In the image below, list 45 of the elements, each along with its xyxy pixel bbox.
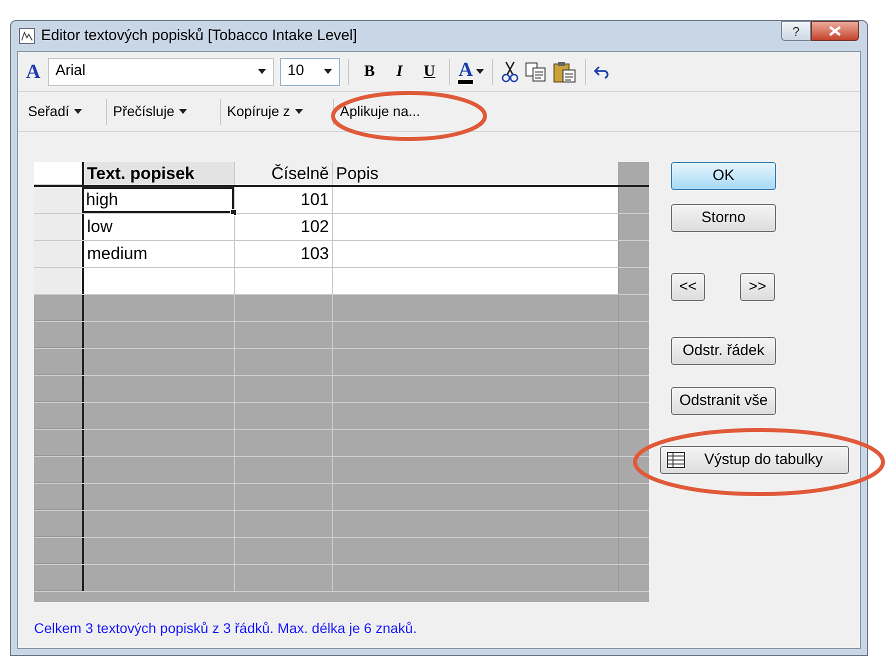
caret-icon bbox=[476, 69, 484, 74]
menu-button[interactable]: Přečísluje bbox=[107, 96, 220, 126]
close-button[interactable] bbox=[811, 21, 859, 41]
font-icon[interactable]: A bbox=[24, 56, 42, 86]
ok-button[interactable]: OK bbox=[671, 162, 776, 190]
size-dropdown[interactable]: 10 bbox=[280, 58, 340, 86]
export-table-button[interactable]: Výstup do tabulky bbox=[660, 446, 849, 474]
help-button[interactable]: ? bbox=[781, 21, 811, 41]
underline-button[interactable]: U bbox=[417, 60, 442, 84]
column-header[interactable]: Popis bbox=[332, 162, 618, 185]
table-icon bbox=[667, 452, 685, 468]
italic-button[interactable]: I bbox=[387, 60, 412, 84]
row-header bbox=[34, 268, 82, 294]
grid-corner bbox=[34, 162, 82, 185]
menu-button[interactable]: Seřadí bbox=[22, 96, 106, 126]
font-dropdown[interactable]: Arial bbox=[48, 58, 274, 86]
row-header bbox=[34, 241, 82, 267]
dialog-button[interactable]: Odstr. řádek bbox=[671, 337, 776, 365]
row-header bbox=[34, 187, 82, 213]
caret-icon bbox=[323, 69, 334, 74]
chart-icon bbox=[19, 28, 35, 44]
cut-icon[interactable] bbox=[500, 60, 519, 82]
text-color-button[interactable]: A bbox=[458, 60, 484, 84]
table-cell[interactable] bbox=[82, 268, 234, 294]
table-cell[interactable]: 101 bbox=[234, 187, 332, 213]
row-header bbox=[34, 214, 82, 240]
window-title: Editor textových popisků [Tobacco Intake Level] bbox=[41, 26, 358, 46]
copy-icon[interactable] bbox=[524, 62, 547, 82]
column-header[interactable]: Text. popisek bbox=[82, 162, 234, 185]
next-button[interactable]: >> bbox=[740, 273, 775, 301]
dialog-button[interactable]: Storno bbox=[671, 204, 776, 232]
table-cell[interactable]: 102 bbox=[234, 214, 332, 240]
table-cell[interactable]: high bbox=[82, 187, 234, 213]
menu-button[interactable]: Kopíruje z bbox=[221, 96, 333, 126]
caret-icon bbox=[257, 69, 268, 74]
table-cell[interactable]: 103 bbox=[234, 241, 332, 267]
previous-button[interactable]: << bbox=[671, 273, 705, 301]
dialog-button[interactable]: Odstranit vše bbox=[671, 387, 776, 415]
status-text: Celkem 3 textových popisků z 3 řádků. Max. délka je 6 znaků. bbox=[34, 619, 418, 638]
table-cell[interactable]: low bbox=[82, 214, 234, 240]
close-icon bbox=[829, 26, 841, 36]
column-header[interactable]: Číselně bbox=[234, 162, 332, 185]
paste-icon[interactable] bbox=[552, 60, 577, 82]
bold-button[interactable]: B bbox=[357, 60, 382, 84]
table-cell[interactable]: medium bbox=[82, 241, 234, 267]
